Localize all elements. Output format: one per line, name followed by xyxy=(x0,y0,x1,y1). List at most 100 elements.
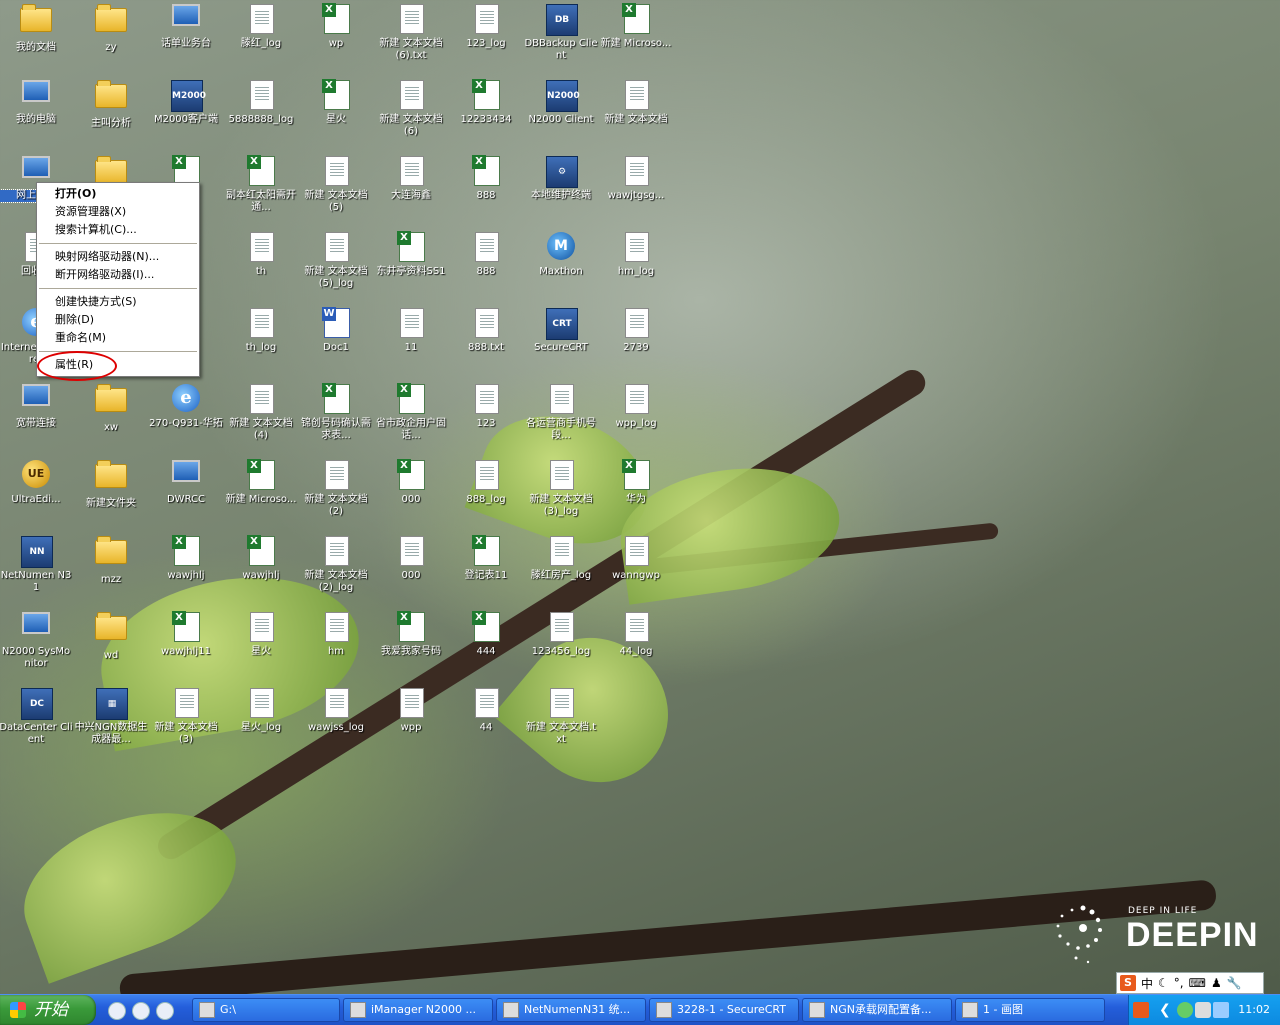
desktop-icon[interactable]: 888.txt xyxy=(449,306,523,354)
desktop-icon[interactable]: 滕红房产_log xyxy=(524,534,598,582)
desktop-icon[interactable]: 星火_log xyxy=(224,686,298,734)
desktop-icon[interactable]: wpp xyxy=(374,686,448,734)
desktop-icon[interactable]: CRT SecureCRT xyxy=(524,306,598,354)
desktop-icon[interactable]: ⚙ 本地维护终端 xyxy=(524,154,598,202)
desktop-icon[interactable]: 新建 文本文档 (5) xyxy=(299,154,373,214)
desktop-icon[interactable]: 444 xyxy=(449,610,523,658)
desktop-icon[interactable]: hm_log xyxy=(599,230,673,278)
desktop-icon[interactable]: DWRCC xyxy=(149,458,223,506)
ime-toolbar[interactable]: S 中 ☾ °, ⌨ ♟ 🔧 xyxy=(1116,972,1264,994)
sogou-ime-icon[interactable]: S xyxy=(1120,975,1136,991)
quick-launch-maxthon-icon[interactable] xyxy=(108,1002,126,1020)
desktop-icon[interactable]: 主叫分析 xyxy=(74,78,148,130)
desktop-icon[interactable]: xw xyxy=(74,382,148,434)
quick-launch-ie-icon[interactable] xyxy=(156,1002,174,1020)
desktop-icon[interactable]: wp xyxy=(299,2,373,50)
clock[interactable]: 11:02 xyxy=(1238,995,1270,1025)
desktop-icon[interactable]: N2000 SysMonitor xyxy=(0,610,73,670)
desktop-icon[interactable]: 星火 xyxy=(299,78,373,126)
desktop-icon[interactable]: wpp_log xyxy=(599,382,673,430)
tray-monitor-icon[interactable] xyxy=(1213,1002,1229,1018)
wrench-icon[interactable]: 🔧 xyxy=(1227,976,1242,990)
desktop-icon[interactable]: 我的电脑 xyxy=(0,78,73,126)
user-icon[interactable]: ♟ xyxy=(1211,976,1222,990)
desktop-icon[interactable]: 新建 文本文档.txt xyxy=(524,686,598,746)
desktop-icon[interactable]: 我爱我家号码 xyxy=(374,610,448,658)
desktop-icon[interactable]: 新建 Microso... xyxy=(599,2,673,50)
desktop-icon[interactable]: 我的文档 xyxy=(0,2,73,54)
desktop-icon[interactable]: 各运营商手机号段... xyxy=(524,382,598,442)
desktop-icon[interactable]: 话单业务台 xyxy=(149,2,223,50)
desktop-icon[interactable]: wawjhlj11 xyxy=(149,610,223,658)
desktop-icon[interactable]: 44 xyxy=(449,686,523,734)
desktop-icon[interactable]: 000 xyxy=(374,458,448,506)
desktop-icon[interactable]: 888 xyxy=(449,154,523,202)
context-menu-item[interactable]: 打开(O) xyxy=(37,185,199,203)
desktop-icon[interactable]: th_log xyxy=(224,306,298,354)
taskbar-button[interactable]: 1 - 画图 xyxy=(955,998,1105,1022)
desktop-icon[interactable]: NN NetNumen N31 xyxy=(0,534,73,594)
start-button[interactable]: 开始 xyxy=(0,995,96,1025)
desktop-icon[interactable]: 11 xyxy=(374,306,448,354)
punctuation-icon[interactable]: °, xyxy=(1174,976,1184,990)
desktop-icon[interactable]: 副本红太阳需开通... xyxy=(224,154,298,214)
desktop-icon[interactable]: UE UltraEdi... xyxy=(0,458,73,506)
desktop-icon[interactable]: 新建 文本文档 (5)_log xyxy=(299,230,373,290)
desktop-icon[interactable]: 888 xyxy=(449,230,523,278)
desktop-icon[interactable]: 省市政企用户固话... xyxy=(374,382,448,442)
desktop-icon[interactable]: 新建 文本文档 (3) xyxy=(149,686,223,746)
moon-icon[interactable]: ☾ xyxy=(1158,976,1169,990)
desktop-icon[interactable]: wanngwp xyxy=(599,534,673,582)
taskbar-button[interactable]: NGN承载网配置备... xyxy=(802,998,952,1022)
context-menu-item[interactable]: 搜索计算机(C)... xyxy=(37,221,199,239)
desktop-icon[interactable]: 新建 文本文档 xyxy=(599,78,673,126)
desktop-icon[interactable]: 宽带连接 xyxy=(0,382,73,430)
context-menu-item[interactable]: 创建快捷方式(S) xyxy=(37,293,199,311)
desktop-icon[interactable]: 123 xyxy=(449,382,523,430)
taskbar-button[interactable]: G:\ xyxy=(192,998,340,1022)
desktop-icon[interactable]: 新建文件夹 xyxy=(74,458,148,510)
keyboard-icon[interactable]: ⌨ xyxy=(1189,976,1206,990)
tray-audio-icon[interactable] xyxy=(1195,1002,1211,1018)
desktop-icon[interactable]: e 270-Q931-华拓 xyxy=(149,382,223,430)
desktop-icon[interactable]: 新建 文本文档 (6) xyxy=(374,78,448,138)
desktop-icon[interactable]: N2000 N2000 Client xyxy=(524,78,598,126)
desktop-icon[interactable]: 000 xyxy=(374,534,448,582)
desktop-icon[interactable]: 新建 文本文档 (4) xyxy=(224,382,298,442)
desktop-icon[interactable]: 5888888_log xyxy=(224,78,298,126)
desktop-icon[interactable]: wawjhlj xyxy=(224,534,298,582)
quick-launch-app-icon[interactable] xyxy=(132,1002,150,1020)
desktop-icon[interactable]: wawjss_log xyxy=(299,686,373,734)
desktop-icon[interactable]: 星火 xyxy=(224,610,298,658)
desktop-icon[interactable]: 滕红_log xyxy=(224,2,298,50)
desktop-icon[interactable]: 123456_log xyxy=(524,610,598,658)
desktop-icon[interactable]: 新建 文本文档 (3)_log xyxy=(524,458,598,518)
desktop-icon[interactable]: zy xyxy=(74,2,148,54)
desktop-icon[interactable]: 新建 文本文档 (6).txt xyxy=(374,2,448,62)
taskbar-button[interactable]: NetNumenN31 统... xyxy=(496,998,646,1022)
taskbar-button[interactable]: iManager N2000 ... xyxy=(343,998,493,1022)
desktop-icon[interactable]: M Maxthon xyxy=(524,230,598,278)
desktop-icon[interactable]: 东井亭资料SS1 xyxy=(374,230,448,278)
desktop-icon[interactable]: Doc1 xyxy=(299,306,373,354)
taskbar-button[interactable]: 3228-1 - SecureCRT xyxy=(649,998,799,1022)
desktop-icon[interactable]: mzz xyxy=(74,534,148,586)
sogou-tray-icon[interactable] xyxy=(1133,1002,1149,1018)
desktop-icon[interactable]: 新建 文本文档 (2) xyxy=(299,458,373,518)
context-menu-item[interactable]: 删除(D) xyxy=(37,311,199,329)
desktop-icon[interactable]: 12233434 xyxy=(449,78,523,126)
desktop-icon[interactable]: 登记表11 xyxy=(449,534,523,582)
ime-mode-label[interactable]: 中 xyxy=(1141,975,1153,992)
desktop-icon[interactable]: 大连海鑫 xyxy=(374,154,448,202)
desktop-icon[interactable]: 华为 xyxy=(599,458,673,506)
desktop-icon[interactable]: 新建 文本文档 (2)_log xyxy=(299,534,373,594)
desktop-icon[interactable]: 123_log xyxy=(449,2,523,50)
desktop-icon[interactable]: 锦创号码确认需求表... xyxy=(299,382,373,442)
desktop-icon[interactable]: DB DBBackup Client xyxy=(524,2,598,62)
tray-network-icon[interactable] xyxy=(1177,1002,1193,1018)
desktop-icon[interactable]: DC DataCenter Client xyxy=(0,686,73,746)
desktop-icon[interactable]: 新建 Microso... xyxy=(224,458,298,506)
desktop-icon[interactable]: ▦ 中兴NGN数据生成器最... xyxy=(74,686,148,746)
desktop-icon[interactable]: 2739 xyxy=(599,306,673,354)
desktop-icon[interactable]: hm xyxy=(299,610,373,658)
